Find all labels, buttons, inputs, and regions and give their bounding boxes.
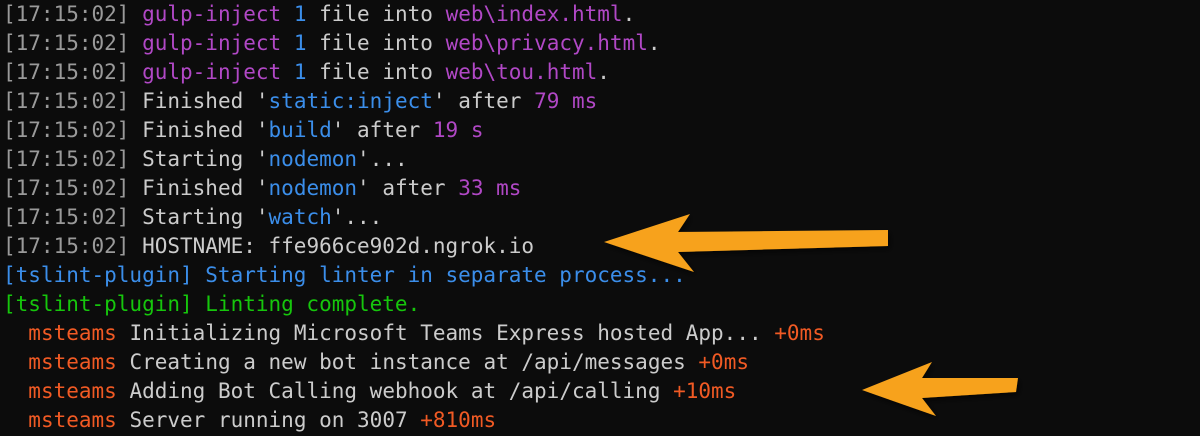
log-text-segment (3, 350, 28, 374)
log-text-segment: web\tou.html (445, 60, 598, 84)
log-text-segment: 1 (293, 2, 307, 26)
log-text-segment: HOSTNAME: ffe966ce902d.ngrok.io (142, 234, 535, 258)
log-text-segment: file into (306, 60, 446, 84)
log-text-segment: gulp-inject (142, 60, 282, 84)
log-text-segment: Creating a new bot instance at /api/mess… (116, 350, 699, 374)
log-timestamp: [17:15:02] (3, 147, 130, 171)
log-text-segment: Server running on 3007 (116, 408, 421, 432)
log-text-segment: Starting ' (142, 205, 269, 229)
log-text-segment: 19 s (432, 118, 484, 142)
log-text-segment: ' after (331, 118, 433, 142)
terminal-line: [17:15:02] Finished 'build' after 19 s (3, 116, 483, 145)
log-text-segment: +810ms (420, 408, 497, 432)
log-text-segment (3, 379, 28, 403)
log-text-segment: web\privacy.html (445, 31, 648, 55)
terminal-line: [17:15:02] Starting 'nodemon'... (3, 145, 408, 174)
terminal-line: [17:15:02] gulp-inject 1 file into web\i… (3, 0, 635, 29)
terminal-line: [17:15:02] gulp-inject 1 file into web\p… (3, 29, 661, 58)
log-text-segment: watch (268, 205, 332, 229)
log-text-segment: +0ms (774, 321, 825, 345)
log-text-segment: msteams (28, 379, 117, 403)
log-text-segment (281, 60, 294, 84)
log-text-segment (281, 31, 294, 55)
log-text-segment: [tslint-plugin] Starting linter in separ… (3, 263, 686, 287)
log-text-segment: '... (357, 147, 408, 171)
log-text-segment: Initializing Microsoft Teams Express hos… (116, 321, 775, 345)
log-timestamp: [17:15:02] (3, 176, 130, 200)
log-timestamp: [17:15:02] (3, 2, 130, 26)
log-text-segment: file into (306, 2, 446, 26)
terminal-line: [17:15:02] Starting 'watch'... (3, 203, 382, 232)
terminal-line: [17:15:02] Finished 'nodemon' after 33 m… (3, 174, 521, 203)
terminal-line: [17:15:02] gulp-inject 1 file into web\t… (3, 58, 610, 87)
terminal-line: msteams Adding Bot Calling webhook at /a… (3, 377, 736, 406)
log-text-segment: ' after (357, 176, 459, 200)
terminal-line: [tslint-plugin] Linting complete. (3, 290, 420, 319)
log-timestamp: [17:15:02] (3, 118, 130, 142)
terminal-line: msteams Server running on 3007 +810ms (3, 406, 496, 435)
log-timestamp: [17:15:02] (3, 205, 130, 229)
terminal-line: msteams Initializing Microsoft Teams Exp… (3, 319, 825, 348)
log-text-segment: msteams (28, 408, 117, 432)
log-text-segment: nodemon (268, 147, 358, 171)
log-text-segment: nodemon (268, 176, 358, 200)
log-timestamp: [17:15:02] (3, 234, 130, 258)
hostname-pointer-arrow-icon (604, 214, 888, 272)
log-text-segment: Starting ' (142, 147, 269, 171)
log-text-segment: Finished ' (142, 118, 269, 142)
terminal-line: msteams Creating a new bot instance at /… (3, 348, 749, 377)
log-text-segment: '... (331, 205, 383, 229)
log-text-segment: . (622, 2, 636, 26)
log-text-segment: Finished ' (142, 176, 269, 200)
log-text-segment (3, 408, 28, 432)
log-text-segment: Finished ' (142, 89, 269, 113)
log-timestamp: [17:15:02] (3, 89, 130, 113)
log-text-segment: gulp-inject (142, 2, 282, 26)
log-text-segment (281, 2, 294, 26)
log-text-segment: +10ms (673, 379, 737, 403)
log-timestamp: [17:15:02] (3, 31, 130, 55)
log-text-segment: msteams (28, 321, 117, 345)
log-timestamp: [17:15:02] (3, 60, 130, 84)
log-text-segment: web\index.html (445, 2, 623, 26)
log-text-segment: +0ms (698, 350, 749, 374)
log-text-segment: static:inject (268, 89, 433, 113)
terminal-line: [tslint-plugin] Starting linter in separ… (3, 261, 686, 290)
log-text-segment: Adding Bot Calling webhook at /api/calli… (116, 379, 674, 403)
log-text-segment: 1 (293, 31, 307, 55)
calling-webhook-pointer-arrow-icon (862, 362, 1018, 416)
log-text-segment: [tslint-plugin] Linting complete. (3, 292, 421, 316)
log-text-segment (3, 321, 28, 345)
log-text-segment: . (597, 60, 610, 84)
terminal-line: [17:15:02] HOSTNAME: ffe966ce902d.ngrok.… (3, 232, 534, 261)
log-text-segment: msteams (28, 350, 117, 374)
terminal-line: [17:15:02] Finished 'static:inject' afte… (3, 87, 597, 116)
log-text-segment: gulp-inject (142, 31, 282, 55)
terminal-window[interactable]: [17:15:02] gulp-inject 1 file into web\i… (0, 0, 1200, 436)
log-text-segment: ' after (432, 89, 535, 113)
log-text-segment: 33 ms (458, 176, 522, 200)
log-text-segment: build (268, 118, 332, 142)
log-text-segment: 79 ms (534, 89, 598, 113)
log-text-segment: 1 (293, 60, 307, 84)
log-text-segment: file into (306, 31, 446, 55)
log-text-segment: . (647, 31, 661, 55)
